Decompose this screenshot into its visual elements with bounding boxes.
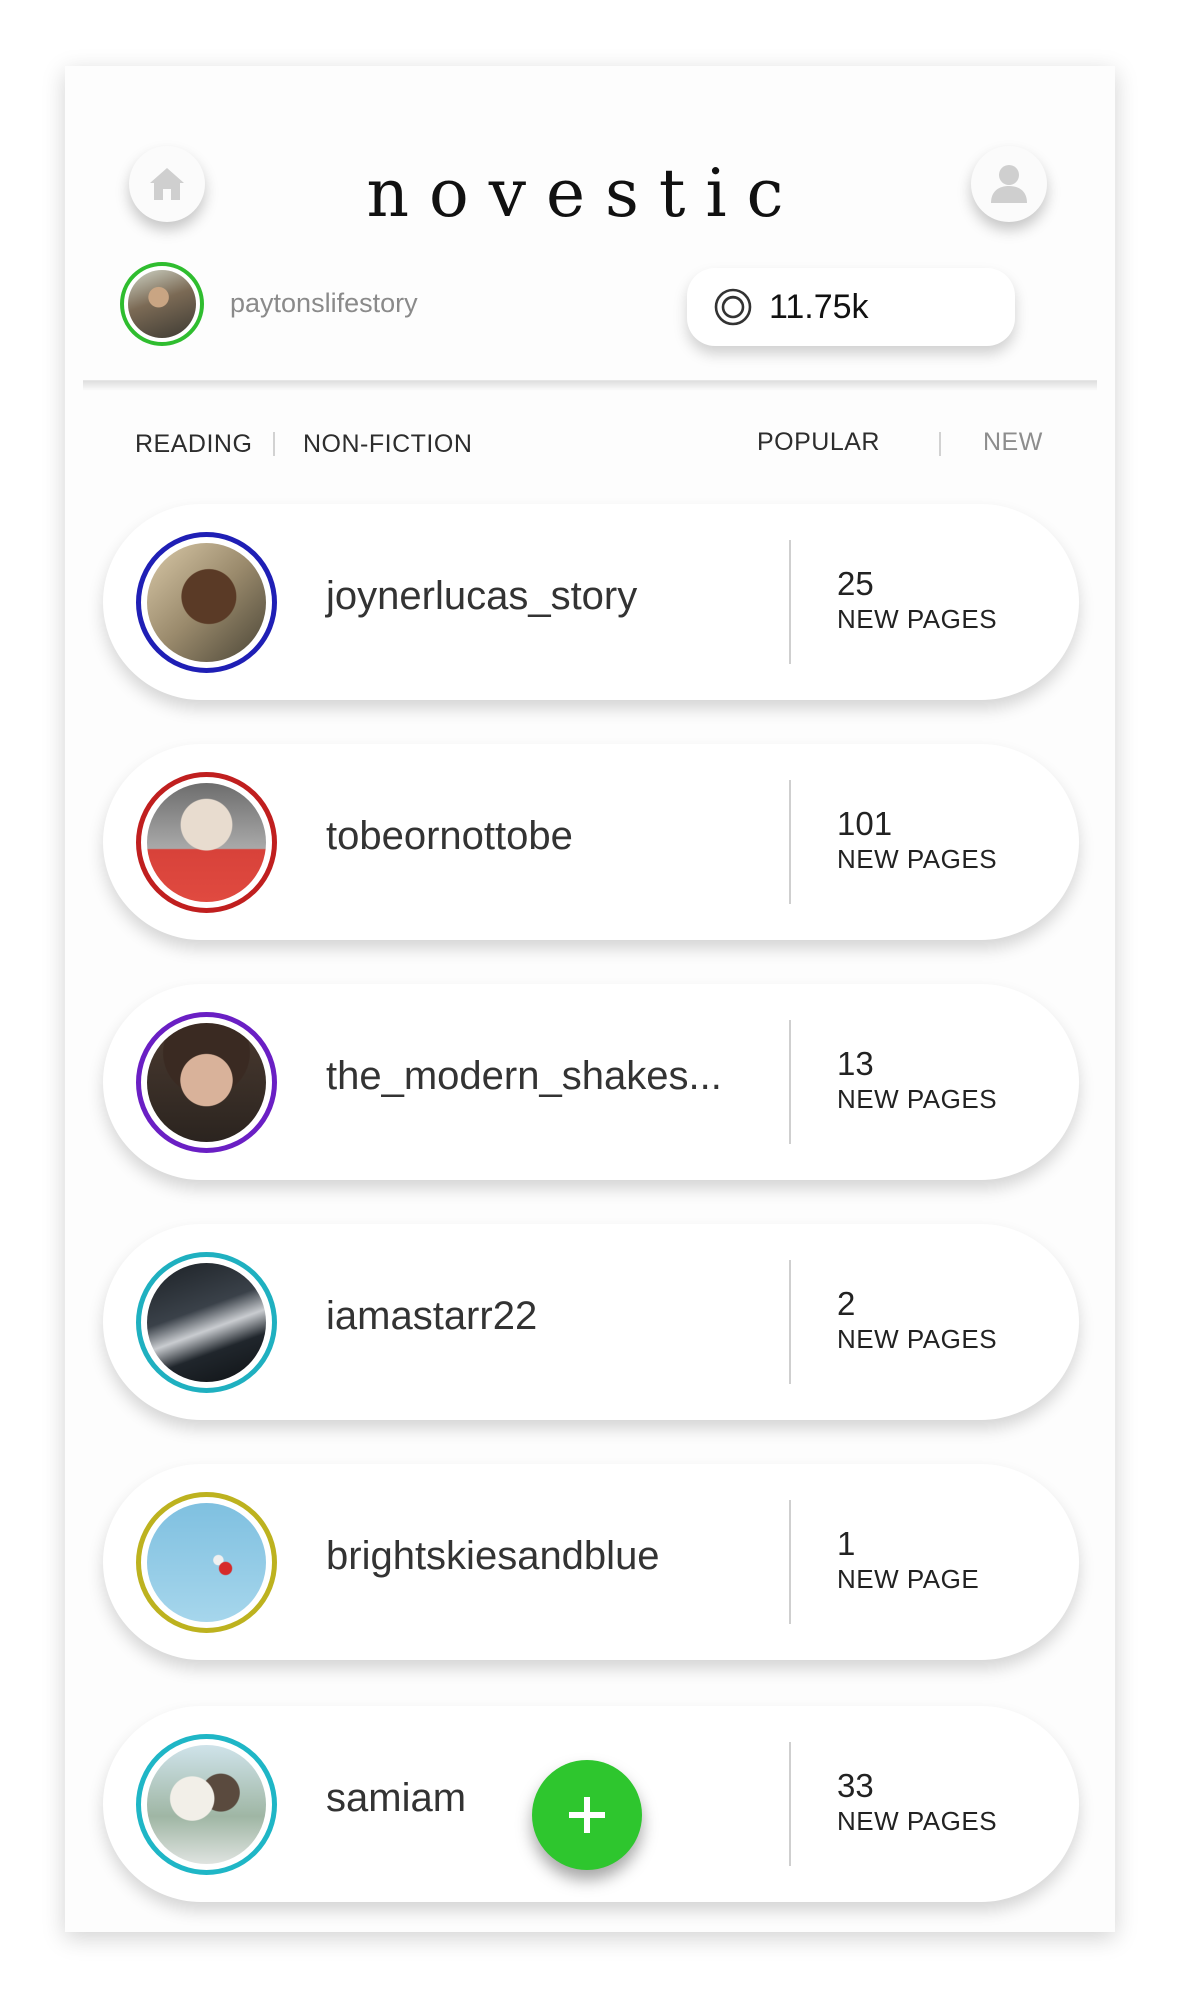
feed-card[interactable]: brightskiesandblue 1 NEW PAGE <box>103 1464 1079 1660</box>
tab-separator <box>273 432 275 456</box>
author-username[interactable]: tobeornottobe <box>326 814 573 859</box>
new-pages-count: 25 <box>837 565 874 602</box>
card-divider <box>789 540 791 664</box>
new-pages-count: 101 <box>837 805 893 842</box>
feed-card[interactable]: tobeornottobe 101 NEW PAGES <box>103 744 1079 940</box>
author-username[interactable]: joynerlucas_story <box>326 574 637 619</box>
current-user-avatar[interactable] <box>120 262 204 346</box>
author-avatar[interactable] <box>136 1734 277 1875</box>
plus-icon <box>569 1797 605 1833</box>
card-divider <box>789 1742 791 1866</box>
card-divider <box>789 1020 791 1144</box>
app-logo: novestic <box>366 155 804 232</box>
card-divider <box>789 1500 791 1624</box>
author-avatar[interactable] <box>136 772 277 913</box>
user-icon <box>991 165 1027 203</box>
card-divider <box>789 780 791 904</box>
tab-popular[interactable]: POPULAR <box>757 428 880 457</box>
feed-card[interactable]: joynerlucas_story 25 NEW PAGES <box>103 504 1079 700</box>
profile-button[interactable] <box>971 146 1047 222</box>
feed-card[interactable]: iamastarr22 2 NEW PAGES <box>103 1224 1079 1420</box>
header-divider <box>83 380 1097 391</box>
author-avatar[interactable] <box>136 1252 277 1393</box>
author-avatar[interactable] <box>136 532 277 673</box>
new-pages-count: 33 <box>837 1767 874 1804</box>
feed-card[interactable]: the_modern_shakes... 13 NEW PAGES <box>103 984 1079 1180</box>
author-avatar[interactable] <box>136 1012 277 1153</box>
new-pages-label: NEW PAGES <box>837 844 998 874</box>
tab-separator <box>939 432 941 456</box>
tab-reading[interactable]: READING <box>135 430 252 459</box>
home-button[interactable] <box>129 146 205 222</box>
author-username[interactable]: brightskiesandblue <box>326 1534 660 1579</box>
tab-non-fiction[interactable]: NON-FICTION <box>303 430 472 459</box>
new-pages-count: 1 <box>837 1525 856 1562</box>
new-pages-label: NEW PAGES <box>837 1084 998 1114</box>
app-frame: novestic paytonslifestory 11.75k READING… <box>65 66 1115 1932</box>
new-pages-label: NEW PAGES <box>837 604 998 634</box>
author-username[interactable]: samiam <box>326 1776 466 1821</box>
new-pages-count: 13 <box>837 1045 874 1082</box>
card-divider <box>789 1260 791 1384</box>
current-username[interactable]: paytonslifestory <box>230 288 418 319</box>
new-pages-label: NEW PAGES <box>837 1324 998 1354</box>
add-button[interactable] <box>532 1760 642 1870</box>
author-avatar[interactable] <box>136 1492 277 1633</box>
new-pages-label: NEW PAGES <box>837 1806 998 1836</box>
coin-balance[interactable]: 11.75k <box>687 268 1015 346</box>
author-username[interactable]: the_modern_shakes... <box>326 1054 722 1099</box>
coin-icon <box>713 287 753 327</box>
tab-new[interactable]: NEW <box>983 428 1043 457</box>
new-pages-count: 2 <box>837 1285 856 1322</box>
home-icon <box>150 168 184 200</box>
author-username[interactable]: iamastarr22 <box>326 1294 537 1339</box>
new-pages-label: NEW PAGE <box>837 1564 980 1594</box>
coin-value: 11.75k <box>769 287 869 326</box>
